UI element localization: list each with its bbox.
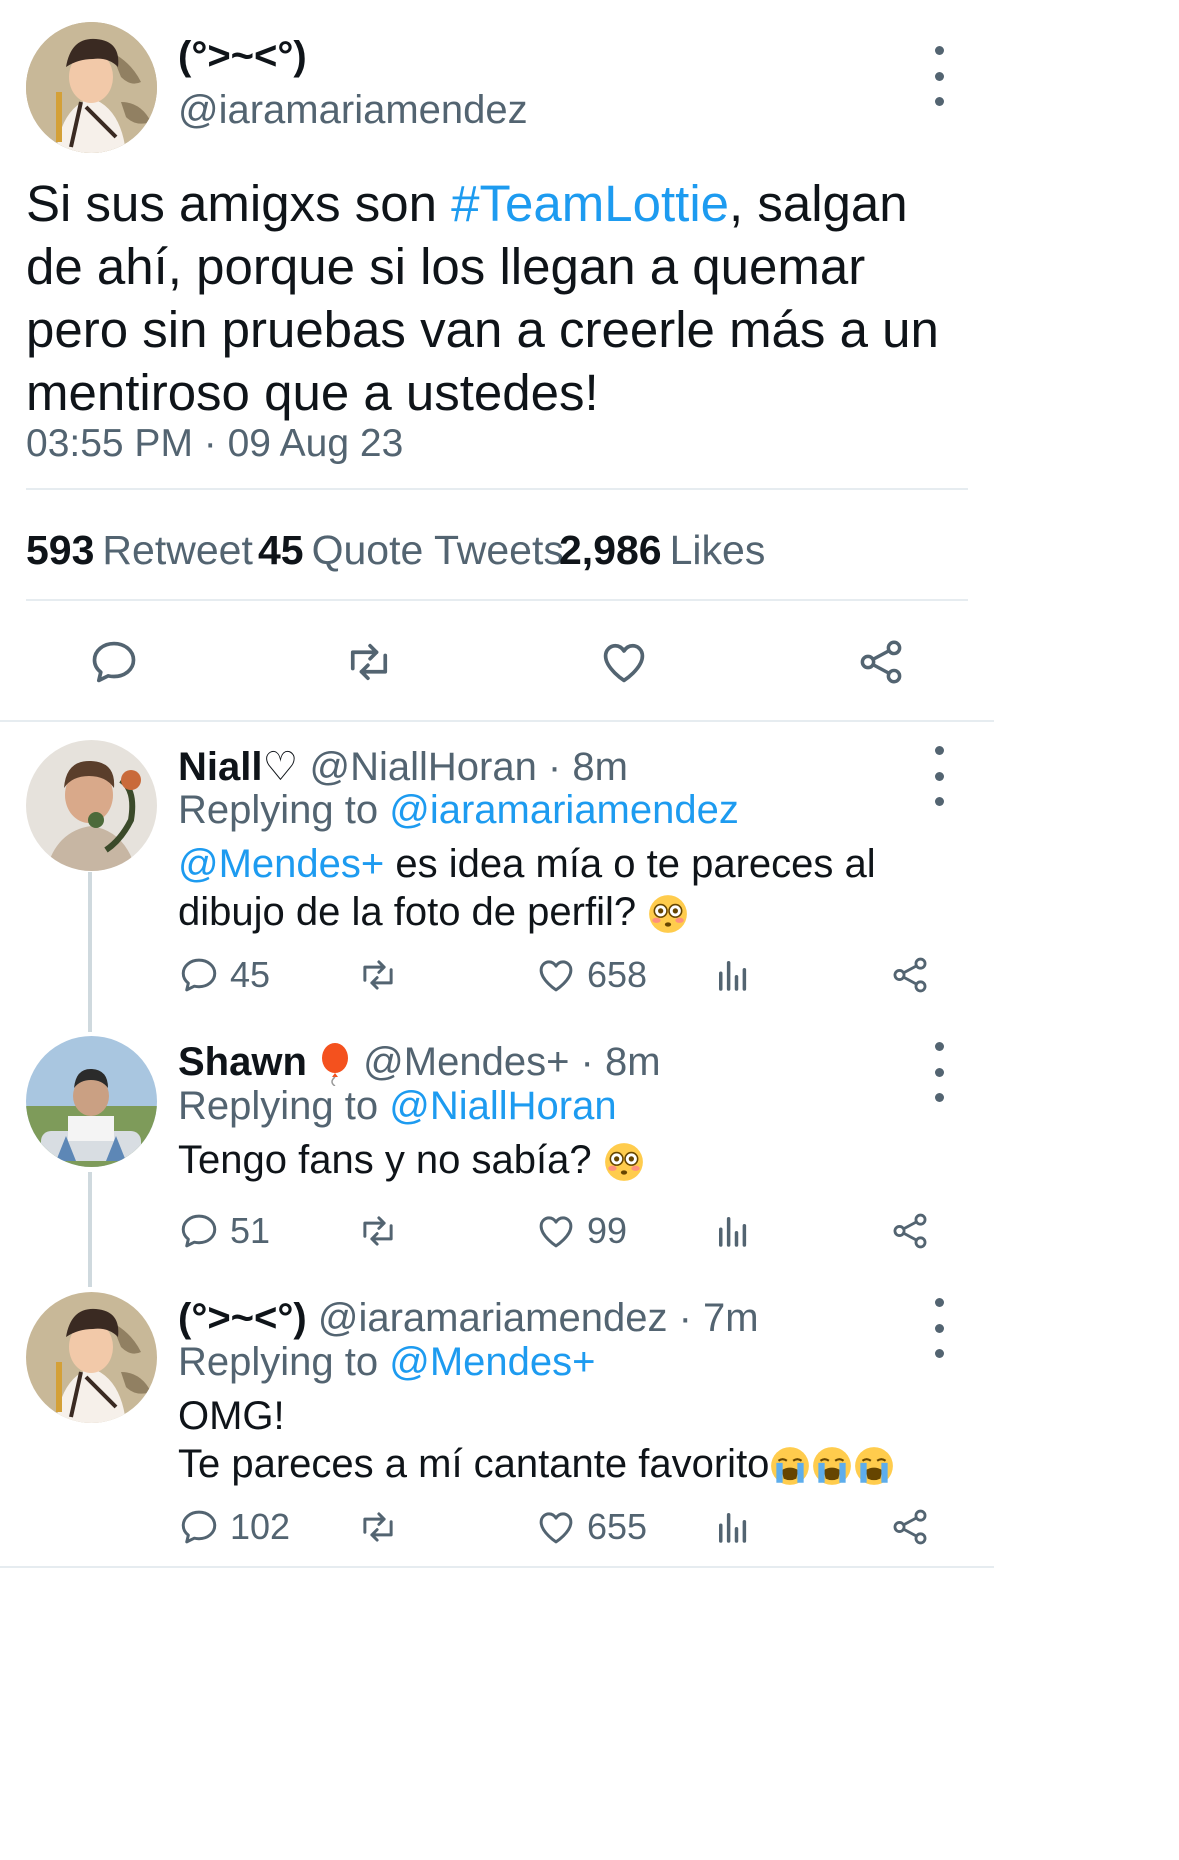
flushed-face-emoji (603, 1141, 645, 1183)
reply-icon (178, 1210, 220, 1252)
replying-label: Replying to (178, 1084, 390, 1128)
reply-text: OMG! Te pareces a mí cantante favorito (178, 1392, 968, 1488)
quotes-count: 45 (258, 527, 304, 573)
replying-to: Replying to @NiallHoran (178, 1084, 617, 1129)
author-handle[interactable]: @iaramariamendez (178, 88, 528, 133)
retweet-icon[interactable] (355, 1506, 401, 1548)
like-icon (535, 1506, 577, 1548)
reply-count: 45 (230, 954, 271, 995)
reply-header: Niall♡ @NiallHoran · 8m (178, 744, 628, 790)
like-icon[interactable] (598, 636, 650, 688)
thread-line (88, 1172, 92, 1287)
like-count: 655 (587, 1506, 648, 1547)
loudly-crying-face-emoji (811, 1445, 853, 1487)
likes-label: Likes (669, 527, 766, 573)
retweet-icon[interactable] (355, 1210, 401, 1252)
divider (0, 1566, 994, 1568)
replying-to-link[interactable]: @NiallHoran (389, 1084, 616, 1128)
share-icon[interactable] (855, 636, 907, 688)
divider (26, 488, 968, 490)
balloon-emoji (322, 1043, 349, 1087)
retweets-count: 593 (26, 527, 95, 573)
reply-action[interactable]: 102 (178, 1506, 290, 1548)
like-icon (535, 954, 577, 996)
more-options-icon[interactable] (927, 746, 951, 806)
reply-display-name[interactable]: Shawn (178, 1040, 307, 1084)
divider (26, 599, 968, 601)
reply-handle-time[interactable]: @Mendes+ · 8m (363, 1040, 660, 1084)
reply-action[interactable]: 51 (178, 1210, 270, 1252)
like-action[interactable]: 655 (535, 1506, 647, 1548)
share-icon[interactable] (889, 1210, 931, 1252)
likes-count: 2,986 (559, 527, 662, 573)
author-avatar[interactable] (26, 22, 157, 153)
hashtag-link[interactable]: #TeamLottie (451, 175, 729, 232)
share-icon[interactable] (889, 1506, 931, 1548)
reply-icon (178, 1506, 220, 1548)
retweets-stat[interactable]: 593 Retweet (26, 527, 253, 574)
replying-label: Replying to (178, 1340, 390, 1384)
like-icon (535, 1210, 577, 1252)
replying-to: Replying to @Mendes+ (178, 1340, 596, 1385)
replying-to-link[interactable]: @Mendes+ (389, 1340, 595, 1384)
reply-header: (°>~<°) @iaramariamendez · 7m (178, 1296, 759, 1341)
reply-icon[interactable] (88, 636, 140, 688)
share-icon[interactable] (889, 954, 931, 996)
tweet-text: Si sus amigxs son #TeamLottie, salgan de… (26, 172, 976, 424)
more-options-icon[interactable] (927, 1042, 951, 1102)
stats-icon[interactable] (712, 1506, 754, 1548)
reply-display-name[interactable]: (°>~<°) (178, 1296, 307, 1340)
reply-count: 51 (230, 1210, 271, 1251)
likes-stat[interactable]: 2,986 Likes (559, 527, 765, 574)
stats-icon[interactable] (712, 1210, 754, 1252)
reply-text: @Mendes+ es idea mía o te pareces al dib… (178, 840, 958, 936)
reply-text-body: Tengo fans y no sabía? (178, 1138, 592, 1182)
reply-action[interactable]: 45 (178, 954, 270, 996)
flushed-face-emoji (647, 893, 689, 935)
reply-header: Shawn @Mendes+ · 8m (178, 1040, 661, 1087)
reply-avatar[interactable] (26, 740, 157, 871)
tweet-timestamp[interactable]: 03:55 PM · 09 Aug 23 (26, 422, 403, 466)
quotes-label: Quote Tweets (311, 527, 564, 573)
reply-text-line-1: OMG! (178, 1394, 285, 1438)
replying-to-link[interactable]: @iaramariamendez (389, 788, 739, 832)
loudly-crying-face-emoji (769, 1445, 811, 1487)
reply-display-name[interactable]: Niall♡ (178, 745, 298, 789)
replying-label: Replying to (178, 788, 390, 832)
divider (0, 720, 994, 722)
like-count: 658 (587, 954, 648, 995)
retweets-label: Retweet (102, 527, 253, 573)
author-display-name[interactable]: (°>~<°) (178, 34, 307, 79)
reply-text: Tengo fans y no sabía? (178, 1136, 958, 1184)
mention-link[interactable]: @Mendes+ (178, 842, 384, 886)
reply-text-line-2: Te pareces a mí cantante favorito (178, 1440, 968, 1488)
retweet-icon[interactable] (355, 954, 401, 996)
reply-avatar[interactable] (26, 1292, 157, 1423)
tweet-text-start: Si sus amigxs son (26, 175, 452, 232)
retweet-icon[interactable] (341, 636, 397, 688)
quote-tweets-stat[interactable]: 45 Quote Tweets (258, 527, 564, 574)
reply-count: 102 (230, 1506, 291, 1547)
like-count: 99 (587, 1210, 628, 1251)
reply-text-body: Te pareces a mí cantante favorito (178, 1442, 770, 1486)
reply-avatar[interactable] (26, 1036, 157, 1167)
reply-handle-time[interactable]: @NiallHoran · 8m (309, 745, 627, 789)
thread-line (88, 872, 92, 1032)
replying-to: Replying to @iaramariamendez (178, 788, 739, 833)
reply-handle-time[interactable]: @iaramariamendez · 7m (318, 1296, 759, 1340)
more-options-icon[interactable] (927, 1298, 951, 1358)
stats-icon[interactable] (712, 954, 754, 996)
like-action[interactable]: 99 (535, 1210, 627, 1252)
loudly-crying-face-emoji (853, 1445, 895, 1487)
like-action[interactable]: 658 (535, 954, 647, 996)
reply-icon (178, 954, 220, 996)
more-options-icon[interactable] (927, 46, 951, 106)
